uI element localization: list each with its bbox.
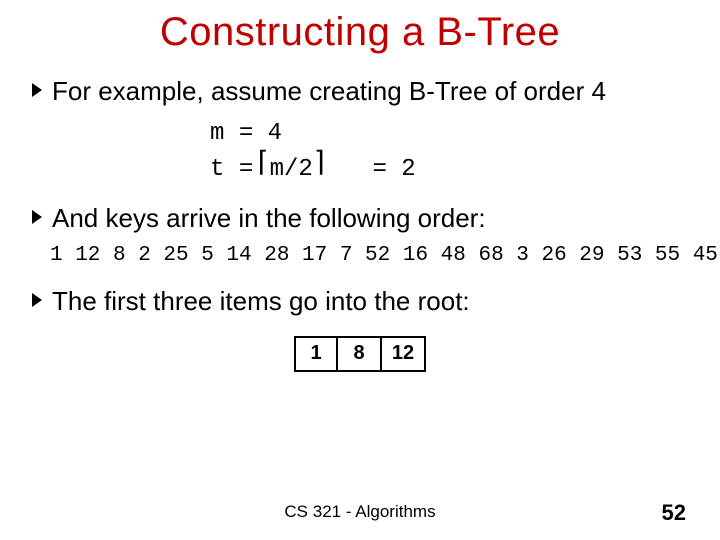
bullet-2: And keys arrive in the following order:: [30, 202, 690, 235]
slide-title: Constructing a B-Tree: [30, 10, 690, 55]
formula-eq: =: [239, 120, 253, 147]
formula-block: m = 4 t = m/2 = 2: [210, 116, 690, 188]
formula-line-1: m = 4: [210, 116, 690, 152]
bullet-icon: [30, 291, 44, 309]
footer-page-number: 52: [662, 500, 686, 526]
btree-cell: 1: [294, 336, 338, 372]
key-sequence: 1 12 8 2 25 5 14 28 17 7 52 16 48 68 3 2…: [50, 244, 690, 267]
footer-course: CS 321 - Algorithms: [0, 502, 720, 522]
bullet-icon: [30, 81, 44, 99]
bullet-1: For example, assume creating B-Tree of o…: [30, 75, 690, 108]
bullet-3: The first three items go into the root:: [30, 285, 690, 318]
formula-eq: =: [239, 156, 253, 183]
btree-root: 1 8 12: [30, 336, 690, 372]
bullet-1-text: For example, assume creating B-Tree of o…: [52, 75, 606, 108]
bullet-2-text: And keys arrive in the following order:: [52, 202, 486, 235]
bullet-3-text: The first three items go into the root:: [52, 285, 470, 318]
formula-m-val: 4: [268, 120, 282, 147]
formula-eq: =: [372, 156, 386, 183]
ceil-expression: m/2: [268, 152, 315, 188]
formula-t-var: t: [210, 156, 224, 183]
formula-line-2: t = m/2 = 2: [210, 152, 690, 188]
btree-cell: 8: [338, 336, 382, 372]
formula-m-var: m: [210, 120, 224, 147]
bullet-icon: [30, 208, 44, 226]
btree-cell: 12: [382, 336, 426, 372]
formula-t-val: 2: [401, 156, 415, 183]
slide: Constructing a B-Tree For example, assum…: [0, 0, 720, 540]
